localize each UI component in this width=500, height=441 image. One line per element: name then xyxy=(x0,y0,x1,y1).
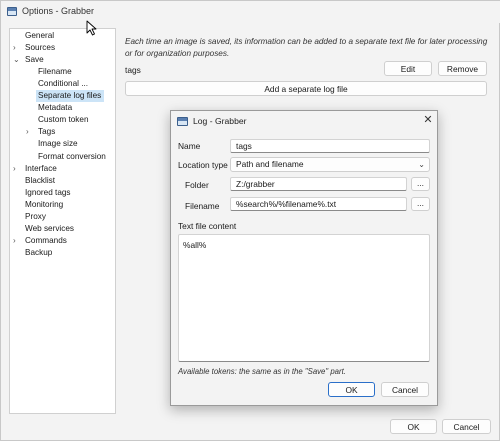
tree-item[interactable]: Custom token xyxy=(36,114,89,126)
collapsed-arrow-icon[interactable]: › xyxy=(26,126,29,138)
tree-item[interactable]: Tags xyxy=(36,126,55,138)
dialog-title: Log - Grabber xyxy=(193,116,247,126)
cancel-button[interactable]: Cancel xyxy=(442,419,491,434)
ok-button[interactable]: OK xyxy=(390,419,437,434)
location-type-value: Path and filename xyxy=(236,159,304,169)
collapsed-arrow-icon[interactable]: › xyxy=(13,235,16,247)
section-description: Each time an image is saved, its informa… xyxy=(125,37,488,58)
filename-browse-button[interactable]: ... xyxy=(411,197,430,211)
remove-button[interactable]: Remove xyxy=(438,61,487,76)
tree-item[interactable]: Web services xyxy=(23,223,74,235)
tree-item[interactable]: Commands xyxy=(23,235,67,247)
log-dialog: Log - Grabber ✕ Name tags Location type … xyxy=(170,110,438,406)
tree-item[interactable]: Ignored tags xyxy=(23,187,71,199)
name-label: Name xyxy=(178,141,201,151)
close-icon[interactable]: ✕ xyxy=(421,113,435,127)
tree-item[interactable]: Metadata xyxy=(36,102,72,114)
location-type-select[interactable]: Path and filename ⌄ xyxy=(230,157,430,172)
chevron-down-icon: ⌄ xyxy=(418,160,425,169)
tree-item[interactable]: Format conversion xyxy=(36,151,106,163)
options-tree[interactable]: General › Sources ⌄ Save Filename Conditional … xyxy=(9,28,116,414)
folder-field[interactable]: Z:/grabber xyxy=(230,177,407,191)
collapsed-arrow-icon[interactable]: › xyxy=(13,42,16,54)
dialog-cancel-button[interactable]: Cancel xyxy=(381,382,429,397)
tree-item[interactable]: Save xyxy=(23,54,44,66)
expanded-arrow-icon[interactable]: ⌄ xyxy=(13,54,20,66)
tree-item[interactable]: Separate log files xyxy=(36,90,105,103)
tree-item[interactable]: Proxy xyxy=(23,211,46,223)
folder-browse-button[interactable]: ... xyxy=(411,177,430,191)
text-content-label: Text file content xyxy=(178,221,237,231)
tree-item[interactable]: Image size xyxy=(36,138,78,150)
tree-item[interactable]: Interface xyxy=(23,163,57,175)
tree-item[interactable]: Filename xyxy=(36,66,72,78)
filename-field[interactable]: %search%/%filename%.txt xyxy=(230,197,407,211)
tree-item[interactable]: Blacklist xyxy=(23,175,55,187)
location-type-label: Location type xyxy=(178,160,228,170)
folder-label: Folder xyxy=(185,180,209,190)
tree-item[interactable]: Sources xyxy=(23,42,55,54)
collapsed-arrow-icon[interactable]: › xyxy=(13,163,16,175)
tokens-hint: Available tokens: the same as in the "Sa… xyxy=(178,367,346,376)
name-field[interactable]: tags xyxy=(230,139,430,153)
text-content-area[interactable]: %all% xyxy=(178,234,430,362)
mouse-cursor-icon xyxy=(86,20,97,36)
app-icon xyxy=(7,7,17,16)
title-bar[interactable]: Options - Grabber xyxy=(1,1,500,23)
dialog-app-icon xyxy=(177,117,188,126)
tree-item[interactable]: Conditional ... xyxy=(36,78,88,90)
dialog-ok-button[interactable]: OK xyxy=(328,382,375,397)
window-title: Options - Grabber xyxy=(22,6,95,16)
tree-item[interactable]: General xyxy=(23,30,54,42)
tree-item[interactable]: Backup xyxy=(23,247,52,259)
add-log-file-button[interactable]: Add a separate log file xyxy=(125,81,487,96)
log-entry-tags[interactable]: tags xyxy=(125,65,141,75)
edit-button[interactable]: Edit xyxy=(384,61,432,76)
tree-item[interactable]: Monitoring xyxy=(23,199,63,211)
filename-label: Filename xyxy=(185,201,220,211)
